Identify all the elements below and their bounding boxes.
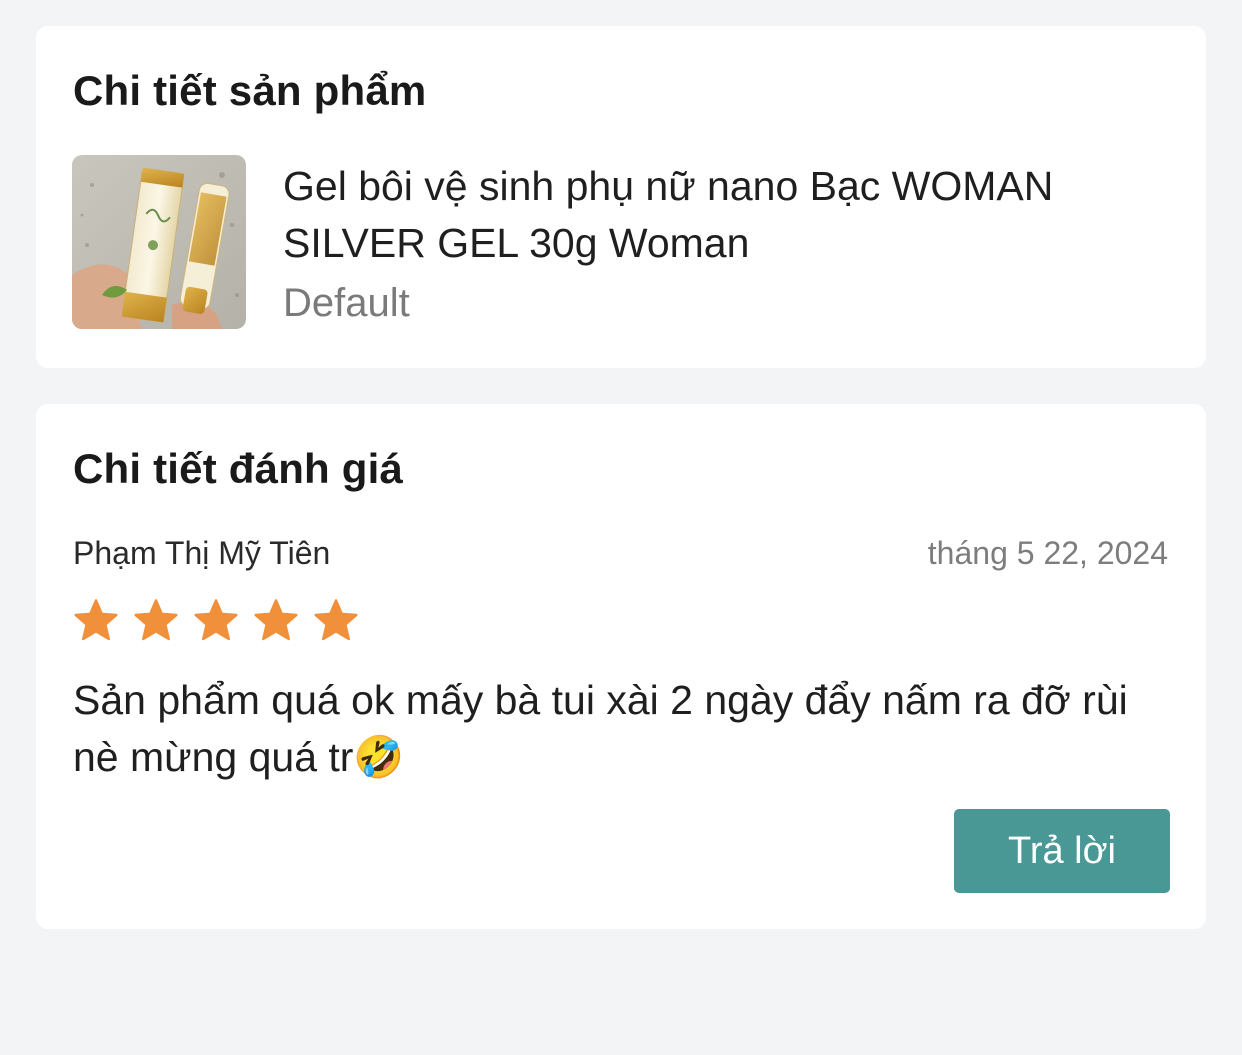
product-image[interactable]	[72, 155, 246, 329]
review-details-card: Chi tiết đánh giá Phạm Thị Mỹ Tiên tháng…	[36, 404, 1206, 929]
star-icon	[314, 599, 358, 641]
product-details-title: Chi tiết sản phẩm	[73, 67, 427, 114]
star-icon	[254, 599, 298, 641]
star-icon	[194, 599, 238, 641]
product-name[interactable]: Gel bôi vệ sinh phụ nữ nano Bạc WOMAN SI…	[283, 158, 1163, 272]
product-variant: Default	[283, 281, 410, 325]
review-details-title: Chi tiết đánh giá	[73, 445, 404, 492]
reply-button[interactable]: Trả lời	[954, 809, 1170, 893]
review-text: Sản phẩm quá ok mấy bà tui xài 2 ngày đẩ…	[73, 677, 1128, 780]
review-date: tháng 5 22, 2024	[927, 535, 1168, 571]
product-details-card: Chi tiết sản phẩm Gel bôi vệ sinh phụ nữ…	[36, 26, 1206, 368]
reviewer-name: Phạm Thị Mỹ Tiên	[73, 535, 331, 571]
star-icon	[74, 599, 118, 641]
star-icon	[134, 599, 178, 641]
star-rating	[72, 598, 360, 644]
